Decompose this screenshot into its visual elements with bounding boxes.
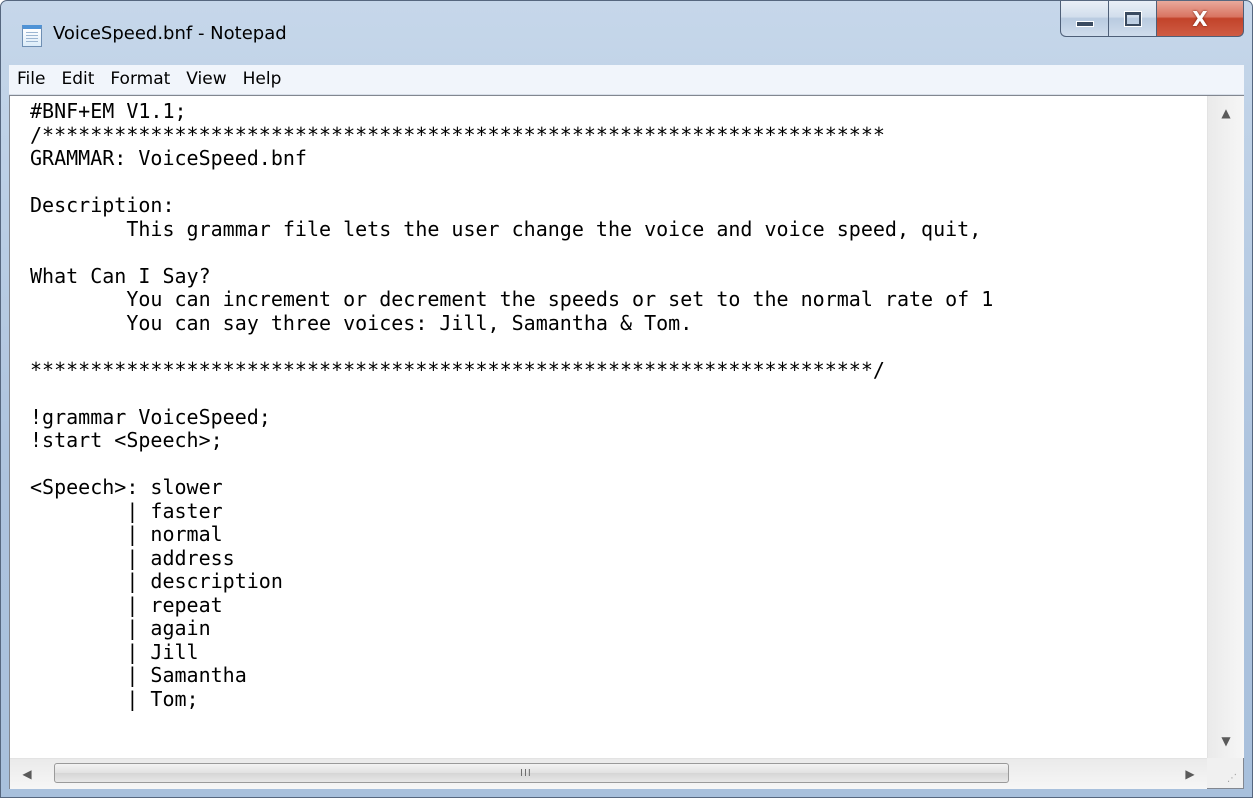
scroll-down-icon[interactable]: ▼ bbox=[1208, 724, 1244, 758]
horizontal-scroll-thumb[interactable]: III bbox=[54, 763, 1009, 783]
editor-frame: #BNF+EM V1.1; /*************************… bbox=[9, 95, 1244, 789]
resize-grip-icon: ⋰ bbox=[1227, 773, 1237, 784]
menu-format[interactable]: Format bbox=[102, 65, 178, 94]
scroll-right-icon[interactable]: ▶ bbox=[1173, 759, 1207, 789]
window-title: VoiceSpeed.bnf - Notepad bbox=[53, 23, 287, 44]
close-icon: X bbox=[1192, 6, 1208, 31]
text-editor[interactable]: #BNF+EM V1.1; /*************************… bbox=[10, 96, 1207, 758]
menu-edit[interactable]: Edit bbox=[53, 65, 102, 94]
grip-icon: III bbox=[520, 768, 532, 779]
maximize-button[interactable] bbox=[1108, 1, 1156, 37]
vertical-scrollbar[interactable]: ▲ ▼ bbox=[1207, 96, 1244, 758]
horizontal-scrollbar[interactable]: ◀ III ▶ bbox=[10, 758, 1207, 789]
notepad-icon[interactable] bbox=[22, 25, 42, 47]
menu-help[interactable]: Help bbox=[235, 65, 290, 94]
minimize-icon bbox=[1075, 20, 1094, 27]
menu-view[interactable]: View bbox=[178, 65, 234, 94]
notepad-window: VoiceSpeed.bnf - Notepad X File Edit For… bbox=[0, 0, 1253, 798]
caption-buttons: X bbox=[1060, 1, 1244, 37]
close-button[interactable]: X bbox=[1156, 1, 1244, 37]
menu-file[interactable]: File bbox=[9, 65, 53, 94]
maximize-icon bbox=[1123, 10, 1142, 27]
title-bar[interactable]: VoiceSpeed.bnf - Notepad X bbox=[1, 1, 1252, 65]
editor-text[interactable]: #BNF+EM V1.1; /*************************… bbox=[10, 96, 1207, 711]
scroll-up-icon[interactable]: ▲ bbox=[1208, 96, 1244, 130]
menu-bar: File Edit Format View Help bbox=[9, 65, 1244, 95]
size-grip[interactable]: ⋰ bbox=[1207, 758, 1243, 788]
scroll-left-icon[interactable]: ◀ bbox=[10, 759, 44, 789]
minimize-button[interactable] bbox=[1060, 1, 1108, 37]
